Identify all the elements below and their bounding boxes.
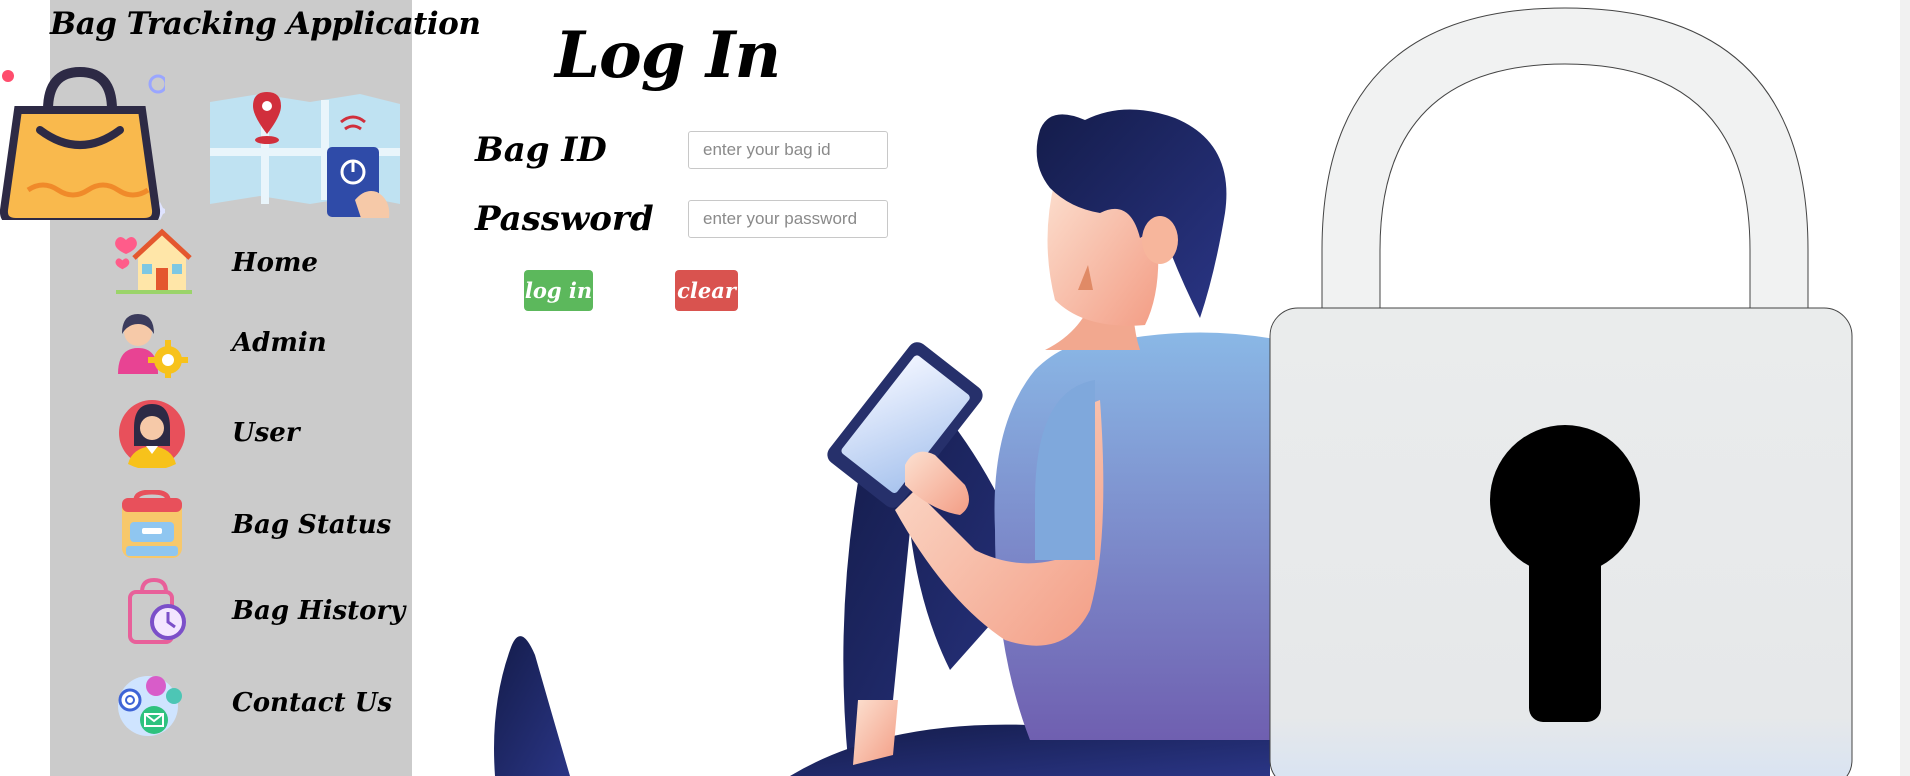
nav-label-bag-status: Bag Status — [232, 510, 392, 540]
nav-item-admin[interactable]: Admin — [112, 308, 412, 378]
login-button[interactable]: log in — [524, 270, 593, 311]
password-input[interactable] — [688, 200, 888, 238]
nav-label-bag-history: Bag History — [232, 596, 406, 626]
nav-item-bag-history[interactable]: Bag History — [112, 576, 412, 646]
nav-item-home[interactable]: Home — [112, 228, 412, 298]
user-avatar-icon — [119, 400, 185, 468]
nav-item-contact-us[interactable]: Contact Us — [112, 668, 412, 738]
bag-id-label: Bag ID — [475, 130, 607, 170]
vertical-scrollbar[interactable] — [1900, 0, 1910, 776]
shopping-bag-logo-icon — [0, 66, 165, 220]
nav-label-user: User — [232, 418, 300, 448]
password-label: Password — [475, 199, 654, 239]
house-icon — [115, 228, 192, 294]
nav-item-bag-status[interactable]: Bag Status — [112, 490, 412, 560]
clear-button[interactable]: clear — [675, 270, 738, 311]
nav-item-user[interactable]: User — [112, 398, 412, 468]
app-title: Bag Tracking Application — [50, 6, 481, 42]
map-tracking-icon — [210, 92, 400, 218]
nav-label-admin: Admin — [232, 328, 327, 358]
bag-clock-icon — [128, 577, 186, 644]
nav-label-home: Home — [232, 248, 318, 278]
page-title: Log In — [555, 18, 781, 93]
backpack-icon — [122, 490, 182, 558]
admin-gear-icon — [118, 314, 188, 378]
bag-id-input[interactable] — [688, 131, 888, 169]
nav-label-contact-us: Contact Us — [232, 688, 392, 718]
contact-icon — [118, 676, 182, 736]
